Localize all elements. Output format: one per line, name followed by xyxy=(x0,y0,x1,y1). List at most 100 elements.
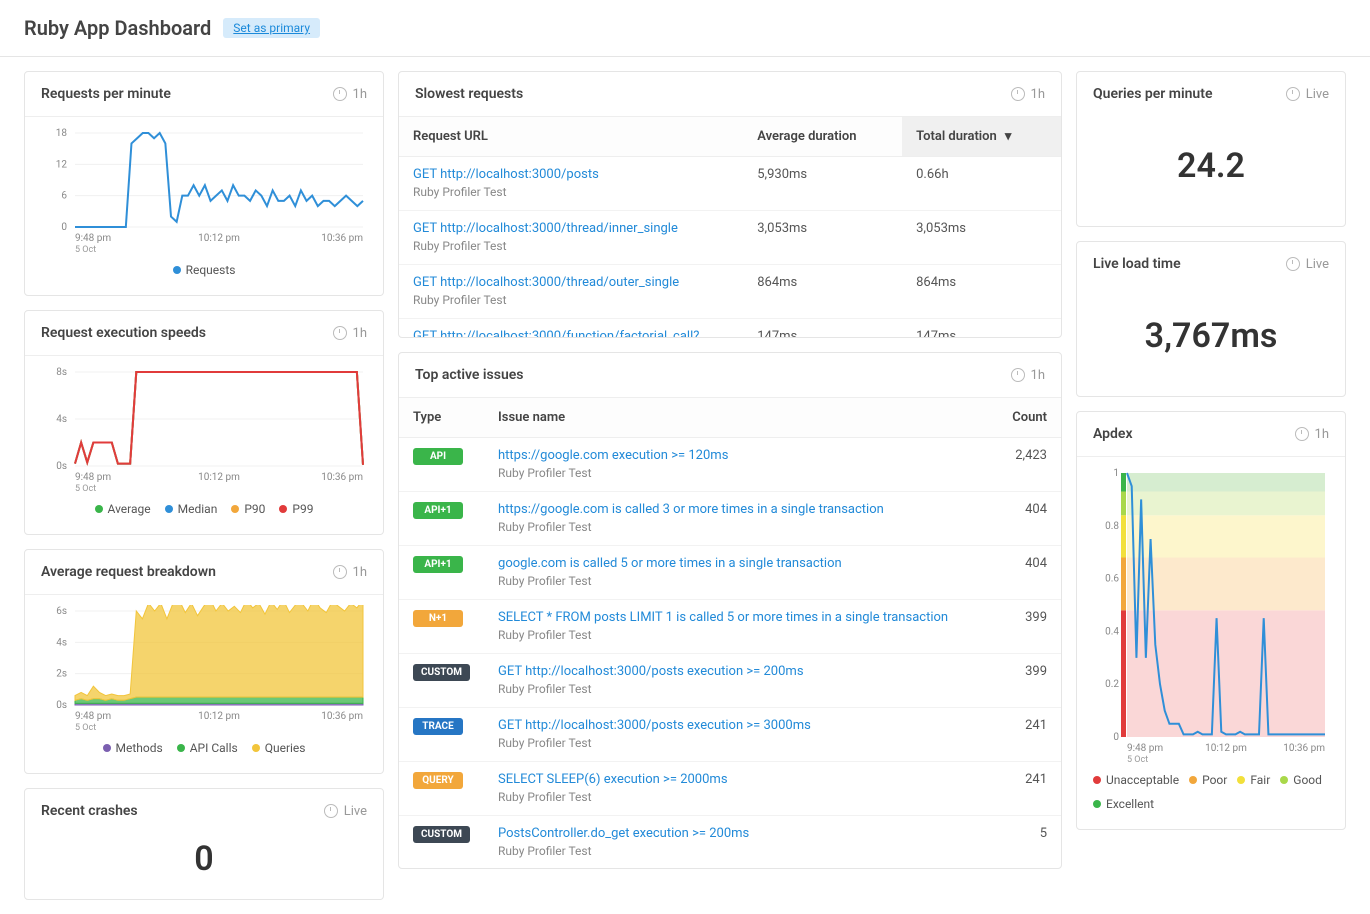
table-row[interactable]: GET http://localhost:3000/postsRuby Prof… xyxy=(399,157,1061,211)
apdex-time-range[interactable]: 1h xyxy=(1295,427,1329,442)
speeds-title: Request execution speeds xyxy=(41,325,206,341)
svg-text:12: 12 xyxy=(56,159,68,170)
table-row[interactable]: GET http://localhost:3000/function/facto… xyxy=(399,319,1061,338)
avg-duration-cell: 3,053ms xyxy=(743,211,902,265)
issue-name-link[interactable]: SELECT SLEEP(6) execution >= 2000ms xyxy=(498,772,968,787)
legend-item: Unacceptable xyxy=(1093,773,1179,787)
issue-count-cell: 399 xyxy=(982,600,1061,654)
breakdown-chart: 0s2s4s6s9:48 pm10:12 pm10:36 pm5 OctMeth… xyxy=(25,595,383,773)
slowest-time-range[interactable]: 1h xyxy=(1011,87,1045,102)
chart-legend: UnacceptablePoorFairGoodExcellent xyxy=(1093,767,1329,815)
speeds-chart: 0s4s8s9:48 pm10:12 pm10:36 pm5 OctAverag… xyxy=(25,356,383,534)
table-row[interactable]: API https://google.com execution >= 120m… xyxy=(399,438,1061,492)
card-requests-per-minute: Requests per minute 1h 0612189:48 pm10:1… xyxy=(24,71,384,296)
qpm-time-range[interactable]: Live xyxy=(1286,87,1329,102)
card-live-load-time: Live load time Live 3,767ms xyxy=(1076,241,1346,397)
total-duration-cell: 0.66h xyxy=(902,157,1061,211)
issue-app-label: Ruby Profiler Test xyxy=(498,682,592,696)
rpm-title: Requests per minute xyxy=(41,86,171,102)
svg-text:0.8: 0.8 xyxy=(1105,521,1119,532)
chart-legend: Requests xyxy=(41,257,367,281)
table-row[interactable]: TRACE GET http://localhost:3000/posts ex… xyxy=(399,708,1061,762)
issue-app-label: Ruby Profiler Test xyxy=(498,790,592,804)
request-url-link[interactable]: GET http://localhost:3000/thread/outer_s… xyxy=(413,275,729,290)
svg-text:4s: 4s xyxy=(56,637,67,648)
col-type[interactable]: Type xyxy=(399,398,484,438)
table-row[interactable]: API+1 https://google.com is called 3 or … xyxy=(399,492,1061,546)
clock-icon xyxy=(1286,87,1300,101)
col-issue-name[interactable]: Issue name xyxy=(484,398,982,438)
request-app-label: Ruby Profiler Test xyxy=(413,239,507,253)
svg-text:0.2: 0.2 xyxy=(1105,679,1119,690)
table-row[interactable]: CUSTOM GET http://localhost:3000/posts e… xyxy=(399,654,1061,708)
issue-name-link[interactable]: https://google.com is called 3 or more t… xyxy=(498,502,968,517)
issue-app-label: Ruby Profiler Test xyxy=(498,628,592,642)
issues-title: Top active issues xyxy=(415,367,524,383)
breakdown-time-range[interactable]: 1h xyxy=(333,565,367,580)
svg-text:10:36 pm: 10:36 pm xyxy=(1283,743,1325,754)
table-row[interactable]: GET http://localhost:3000/thread/outer_s… xyxy=(399,265,1061,319)
svg-text:9:48 pm: 9:48 pm xyxy=(75,472,111,483)
table-row[interactable]: CUSTOM PostsController.do_get execution … xyxy=(399,816,1061,869)
issue-name-link[interactable]: PostsController.do_get execution >= 200m… xyxy=(498,826,968,841)
table-row[interactable]: GET http://localhost:3000/thread/inner_s… xyxy=(399,211,1061,265)
avg-duration-cell: 5,930ms xyxy=(743,157,902,211)
rpm-time-range[interactable]: 1h xyxy=(333,87,367,102)
issue-name-link[interactable]: google.com is called 5 or more times in … xyxy=(498,556,968,571)
col-count[interactable]: Count xyxy=(982,398,1061,438)
issue-count-cell: 241 xyxy=(982,708,1061,762)
avg-duration-cell: 864ms xyxy=(743,265,902,319)
request-url-link[interactable]: GET http://localhost:3000/thread/inner_s… xyxy=(413,221,729,236)
table-row[interactable]: API+1 google.com is called 5 or more tim… xyxy=(399,546,1061,600)
card-request-speeds: Request execution speeds 1h 0s4s8s9:48 p… xyxy=(24,310,384,535)
card-request-breakdown: Average request breakdown 1h 0s2s4s6s9:4… xyxy=(24,549,384,774)
svg-text:18: 18 xyxy=(56,128,68,139)
col-avg-duration[interactable]: Average duration xyxy=(743,117,902,157)
chevron-down-icon: ▾ xyxy=(1005,129,1012,144)
svg-text:5 Oct: 5 Oct xyxy=(75,484,96,494)
svg-text:6s: 6s xyxy=(56,606,67,617)
request-url-link[interactable]: GET http://localhost:3000/function/facto… xyxy=(413,329,729,337)
dashboard-grid: Requests per minute 1h 0612189:48 pm10:1… xyxy=(0,57,1370,914)
svg-text:5 Oct: 5 Oct xyxy=(75,245,96,255)
svg-text:10:12 pm: 10:12 pm xyxy=(198,472,240,483)
clock-icon xyxy=(333,87,347,101)
svg-text:10:12 pm: 10:12 pm xyxy=(198,711,240,722)
legend-item: Queries xyxy=(252,741,306,755)
request-app-label: Ruby Profiler Test xyxy=(413,293,507,307)
issue-name-link[interactable]: GET http://localhost:3000/posts executio… xyxy=(498,664,968,679)
issue-type-badge: TRACE xyxy=(413,718,463,735)
issue-type-badge: CUSTOM xyxy=(413,664,470,681)
apdex-title: Apdex xyxy=(1093,426,1133,442)
request-url-link[interactable]: GET http://localhost:3000/posts xyxy=(413,167,729,182)
issue-count-cell: 241 xyxy=(982,762,1061,816)
issue-type-badge: API xyxy=(413,448,463,465)
legend-item: P90 xyxy=(231,502,265,516)
issue-name-link[interactable]: SELECT * FROM posts LIMIT 1 is called 5 … xyxy=(498,610,968,625)
svg-text:0.4: 0.4 xyxy=(1105,626,1119,637)
crashes-time-range[interactable]: Live xyxy=(324,804,367,819)
svg-text:10:12 pm: 10:12 pm xyxy=(1205,743,1247,754)
clock-icon xyxy=(1286,257,1300,271)
issues-table-body: API https://google.com execution >= 120m… xyxy=(399,438,1061,869)
legend-item: P99 xyxy=(279,502,313,516)
issue-type-badge: API+1 xyxy=(413,556,463,573)
col-request-url[interactable]: Request URL xyxy=(399,117,743,157)
issue-name-link[interactable]: https://google.com execution >= 120ms xyxy=(498,448,968,463)
apdex-chart: 00.20.40.60.819:48 pm10:12 pm10:36 pm5 O… xyxy=(1077,457,1345,829)
table-row[interactable]: QUERY SELECT SLEEP(6) execution >= 2000m… xyxy=(399,762,1061,816)
clock-icon xyxy=(333,565,347,579)
legend-item: Poor xyxy=(1189,773,1227,787)
table-row[interactable]: N+1 SELECT * FROM posts LIMIT 1 is calle… xyxy=(399,600,1061,654)
load-value: 3,767ms xyxy=(1077,286,1345,396)
svg-text:5 Oct: 5 Oct xyxy=(75,723,96,733)
page-title: Ruby App Dashboard xyxy=(24,16,211,40)
total-duration-cell: 864ms xyxy=(902,265,1061,319)
svg-text:6: 6 xyxy=(61,191,67,202)
speeds-time-range[interactable]: 1h xyxy=(333,326,367,341)
issues-time-range[interactable]: 1h xyxy=(1011,368,1045,383)
set-as-primary-link[interactable]: Set as primary xyxy=(223,18,320,38)
col-total-duration[interactable]: Total duration▾ xyxy=(902,117,1061,157)
issue-name-link[interactable]: GET http://localhost:3000/posts executio… xyxy=(498,718,968,733)
load-time-range[interactable]: Live xyxy=(1286,257,1329,272)
